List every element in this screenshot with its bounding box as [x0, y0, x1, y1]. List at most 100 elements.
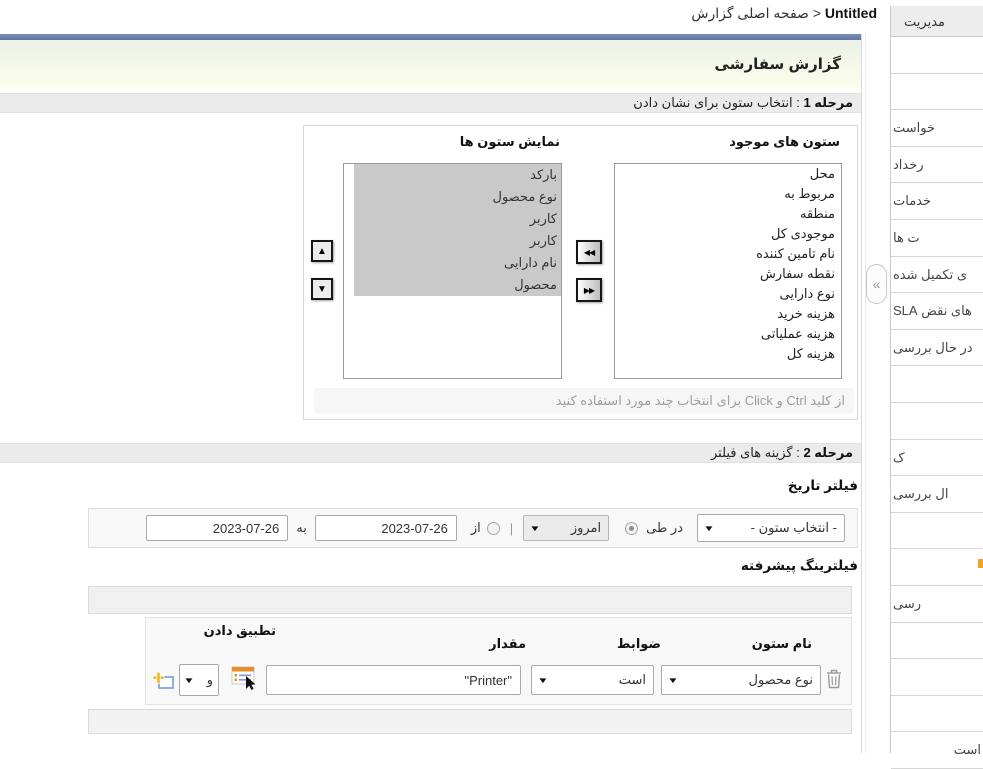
sidebar-row[interactable]: ی تکمیل شده	[891, 257, 983, 294]
sidebar-header-management[interactable]: مدیریت	[891, 6, 983, 37]
during-radio[interactable]	[625, 522, 638, 535]
breadcrumb-path-link[interactable]: صفحه اصلی گزارش	[691, 5, 809, 21]
to-date-input[interactable]	[146, 515, 288, 541]
double-chevron-right-icon: »	[873, 276, 881, 292]
breadcrumb: صفحه اصلی گزارش > Untitled	[691, 5, 877, 22]
display-column-item[interactable]: نام دارایی	[354, 252, 561, 274]
sidebar-row[interactable]: ک	[891, 440, 983, 477]
sidebar-row-label: ال بررسی	[893, 486, 948, 501]
available-columns-label: ستون های موجود	[729, 134, 840, 150]
sidebar-row	[891, 549, 983, 586]
sidebar-row	[891, 623, 983, 660]
chevron-down-icon: ▼	[667, 676, 679, 685]
separator-bar: |	[500, 521, 523, 536]
column-name-header: نام ستون	[712, 636, 812, 652]
available-column-item[interactable]: محل	[615, 164, 841, 184]
from-label: از	[471, 520, 481, 536]
match-operator-value: و	[207, 672, 213, 688]
sidebar-rows: خواست رخدادخدمات ت ها ی تکمیل شده های نقض SL…	[891, 37, 983, 769]
date-column-select-value: - انتخاب ستون -	[751, 520, 837, 536]
sidebar-row[interactable]: رسی	[891, 586, 983, 623]
sidebar-row[interactable]: در حال بررسی	[891, 330, 983, 367]
column-picker-box: ستون های موجود نمایش ستون ها محلمربوط به…	[303, 125, 858, 420]
advanced-filter-label: فیلترینگ پیشرفته	[741, 558, 858, 574]
step1-header: مرحله 1 : انتخاب ستون برای نشان دادن	[0, 93, 861, 113]
display-column-item[interactable]: کاربر	[354, 208, 561, 230]
sidebar-row[interactable]: است	[891, 732, 983, 769]
delete-criteria-button[interactable]	[825, 668, 843, 690]
move-down-button[interactable]: ▼	[311, 278, 333, 300]
date-preset-select[interactable]: ▼ امروز	[523, 515, 609, 541]
sidebar-row-label: ک	[893, 450, 905, 465]
double-left-arrow-icon: ◀◀	[584, 248, 594, 257]
advanced-filter-table: تطبیق دادن مقدار ضوابط نام ستون ▼ و ▼ اس…	[145, 617, 852, 705]
chevron-down-icon: ▼	[529, 524, 541, 533]
title-band: گزارش سفارشی	[0, 40, 861, 88]
sidebar: مدیریت خواست رخدادخدمات ت ها ی تکمیل شده های…	[890, 6, 983, 753]
breadcrumb-separator: >	[813, 5, 821, 21]
move-up-button[interactable]: ▲	[311, 240, 333, 262]
sidebar-row[interactable]: ت ها	[891, 220, 983, 257]
during-label: در طی	[646, 520, 683, 536]
to-label: به	[296, 520, 307, 536]
available-column-item[interactable]: هزینه خرید	[615, 304, 841, 324]
sidebar-row	[891, 403, 983, 440]
available-columns-listbox[interactable]: محلمربوط بهمنطقهموجودی کلنام تامین کننده…	[614, 163, 842, 379]
sidebar-row[interactable]: ال بررسی	[891, 476, 983, 513]
up-arrow-icon: ▲	[317, 246, 327, 257]
available-column-item[interactable]: موجودی کل	[615, 224, 841, 244]
criteria-select[interactable]: ▼ است	[531, 665, 654, 695]
available-column-item[interactable]: نام تامین کننده	[615, 244, 841, 264]
display-column-item[interactable]: بارکد	[354, 164, 561, 186]
move-to-display-button[interactable]: ◀◀	[576, 240, 602, 264]
step1-number: مرحله 1	[803, 95, 853, 110]
criteria-value-input[interactable]	[266, 665, 521, 695]
trash-icon	[826, 669, 842, 689]
sidebar-row	[891, 696, 983, 733]
display-columns-label: نمایش ستون ها	[460, 134, 560, 150]
advanced-filter-bottom-bar	[88, 709, 852, 734]
available-column-item[interactable]: مربوط به	[615, 184, 841, 204]
sidebar-row-label: رسی	[893, 596, 921, 611]
display-column-item[interactable]: محصول	[354, 274, 561, 296]
sidebar-row[interactable]: خواست	[891, 110, 983, 147]
sidebar-collapse-button[interactable]: »	[866, 264, 887, 304]
date-column-select[interactable]: ▼ - انتخاب ستون -	[697, 514, 845, 542]
available-column-item[interactable]: هزینه کل	[615, 344, 841, 364]
range-radio[interactable]	[487, 522, 500, 535]
sidebar-row[interactable]: های نقض SLA	[891, 293, 983, 330]
move-to-available-button[interactable]: ▶▶	[576, 278, 602, 302]
sidebar-row-label: است	[954, 742, 981, 757]
step2-number: مرحله 2	[803, 445, 853, 460]
sidebar-row-label: ی تکمیل شده	[893, 267, 967, 282]
from-date-input[interactable]	[315, 515, 457, 541]
sidebar-row[interactable]: رخداد	[891, 147, 983, 184]
add-criteria-button[interactable]	[151, 669, 175, 693]
down-arrow-icon: ▼	[317, 284, 327, 295]
match-operator-select[interactable]: ▼ و	[179, 664, 219, 696]
breadcrumb-current: Untitled	[825, 5, 877, 21]
panel-right-border	[861, 34, 862, 753]
available-column-item[interactable]: نوع دارایی	[615, 284, 841, 304]
sidebar-row	[891, 366, 983, 403]
page-title: گزارش سفارشی	[0, 40, 861, 73]
chevron-down-icon: ▼	[537, 676, 549, 685]
available-column-item[interactable]: منطقه	[615, 204, 841, 224]
column-name-select[interactable]: ▼ نوع محصول	[661, 665, 821, 695]
available-column-item[interactable]: هزینه عملیاتی	[615, 324, 841, 344]
display-columns-listbox[interactable]: بارکدنوع محصولکاربرکاربرنام داراییمحصول	[343, 163, 562, 379]
sidebar-row[interactable]: خدمات	[891, 183, 983, 220]
available-column-item[interactable]: نقطه سفارش	[615, 264, 841, 284]
display-column-item[interactable]: کاربر	[354, 230, 561, 252]
chevron-down-icon: ▼	[183, 676, 195, 685]
date-preset-value: امروز	[571, 520, 601, 536]
sidebar-row-label: ت ها	[893, 230, 920, 245]
sidebar-row	[891, 659, 983, 696]
display-column-item[interactable]: نوع محصول	[354, 186, 561, 208]
sidebar-row-label: خواست	[893, 120, 935, 135]
date-filter-row: ▼ - انتخاب ستون - در طی ▼ امروز | از به	[88, 508, 858, 548]
match-column-header: تطبیق دادن	[216, 623, 276, 638]
pick-from-list-button[interactable]	[231, 665, 259, 691]
sidebar-row-label: های نقض SLA	[893, 303, 972, 318]
criteria-column-header: ضوابط	[561, 636, 661, 652]
